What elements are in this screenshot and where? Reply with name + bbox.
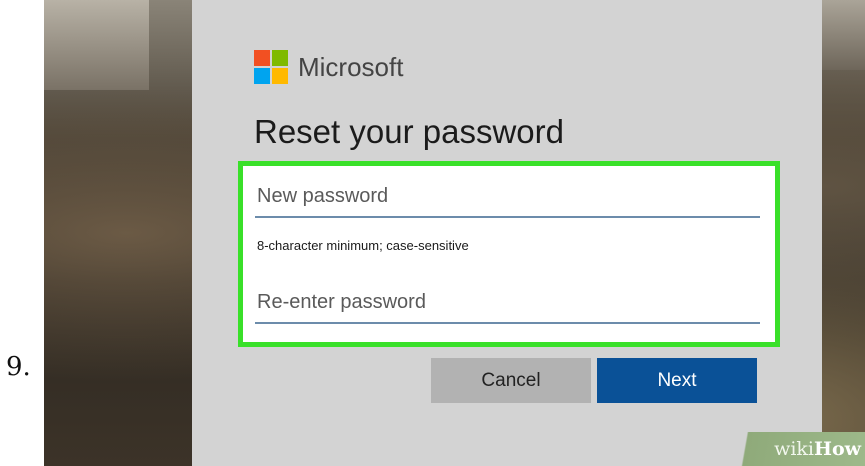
background-photo: Microsoft Reset your password 8-characte…	[44, 0, 865, 466]
watermark-wiki: wiki	[774, 438, 815, 460]
reset-password-dialog: Microsoft Reset your password 8-characte…	[192, 0, 822, 466]
logo-square-blue	[254, 68, 270, 84]
microsoft-logo: Microsoft	[254, 50, 403, 84]
step-number: 9.	[6, 352, 31, 382]
reenter-password-field[interactable]	[255, 284, 760, 324]
logo-square-red	[254, 50, 270, 66]
background-sky-left	[44, 0, 149, 90]
highlighted-form: 8-character minimum; case-sensitive	[238, 161, 780, 347]
wikihow-watermark: wikiHow	[720, 432, 865, 466]
new-password-field[interactable]	[255, 178, 760, 218]
logo-square-green	[272, 50, 288, 66]
logo-square-yellow	[272, 68, 288, 84]
cancel-button[interactable]: Cancel	[431, 358, 591, 403]
next-button[interactable]: Next	[597, 358, 757, 403]
brand-name: Microsoft	[298, 51, 404, 82]
new-password-input[interactable]	[255, 178, 760, 214]
password-hint: 8-character minimum; case-sensitive	[257, 238, 469, 253]
microsoft-logo-icon	[254, 50, 288, 84]
reenter-password-input[interactable]	[255, 284, 760, 320]
watermark-how: How	[814, 438, 861, 460]
page-title: Reset your password	[254, 113, 564, 150]
